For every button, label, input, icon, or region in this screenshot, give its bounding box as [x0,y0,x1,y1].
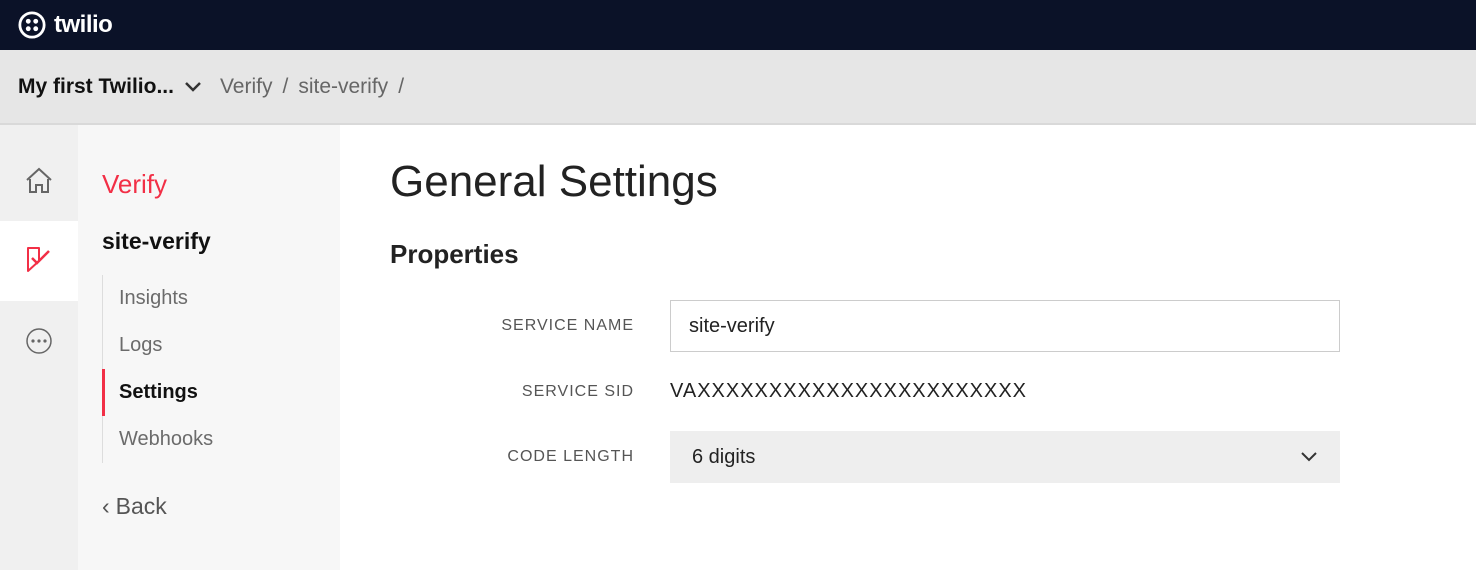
account-name: My first Twilio... [18,75,174,99]
breadcrumb-bar: My first Twilio... Verify / site-verify … [0,50,1476,125]
breadcrumb-trail: Verify / site-verify / [220,75,404,99]
sidebar-item-webhooks[interactable]: Webhooks [103,416,340,463]
breadcrumb-item[interactable]: site-verify [298,75,388,99]
input-service-name[interactable] [670,300,1340,352]
select-code-length-value: 6 digits [692,446,755,469]
sidebar-service-title[interactable]: site-verify [78,228,340,275]
breadcrumb-item[interactable]: Verify [220,75,273,99]
chevron-left-icon: ‹ [102,493,110,520]
sidebar-item-settings[interactable]: Settings [102,369,340,416]
row-code-length: CODE LENGTH 6 digits [390,431,1426,483]
row-service-sid: SERVICE SID VAXXXXXXXXXXXXXXXXXXXXXXX [390,380,1426,403]
verify-button[interactable] [0,221,78,301]
verify-shield-icon [23,245,55,277]
twilio-logo[interactable]: twilio [18,11,112,39]
sidebar-product-title[interactable]: Verify [78,157,340,228]
sidebar: Verify site-verify Insights Logs Setting… [78,125,340,570]
label-code-length: CODE LENGTH [390,448,670,466]
breadcrumb-separator: / [398,75,404,99]
row-service-name: SERVICE NAME [390,300,1426,352]
main-area: Verify site-verify Insights Logs Setting… [0,125,1476,570]
account-switcher[interactable]: My first Twilio... [18,75,202,99]
chevron-down-icon [1300,451,1318,463]
more-icon [24,326,54,356]
label-service-sid: SERVICE SID [390,383,670,401]
top-bar: twilio [0,0,1476,50]
home-icon [23,165,55,197]
sidebar-nav: Insights Logs Settings Webhooks [102,275,340,463]
content: General Settings Properties SERVICE NAME… [340,125,1476,570]
sidebar-item-insights[interactable]: Insights [103,275,340,322]
select-code-length[interactable]: 6 digits [670,431,1340,483]
page-title: General Settings [390,157,1426,207]
chevron-down-icon [184,81,202,93]
label-service-name: SERVICE NAME [390,317,670,335]
more-button[interactable] [0,301,78,381]
sidebar-back-link[interactable]: ‹ Back [78,463,340,550]
value-service-sid: VAXXXXXXXXXXXXXXXXXXXXXXX [670,380,1027,403]
back-label: Back [116,493,167,520]
brand-name: twilio [54,11,112,39]
sidebar-item-logs[interactable]: Logs [103,322,340,369]
home-button[interactable] [0,141,78,221]
breadcrumb-separator: / [282,75,288,99]
twilio-logo-icon [18,11,46,39]
icon-rail [0,125,78,570]
section-title: Properties [390,239,1426,270]
